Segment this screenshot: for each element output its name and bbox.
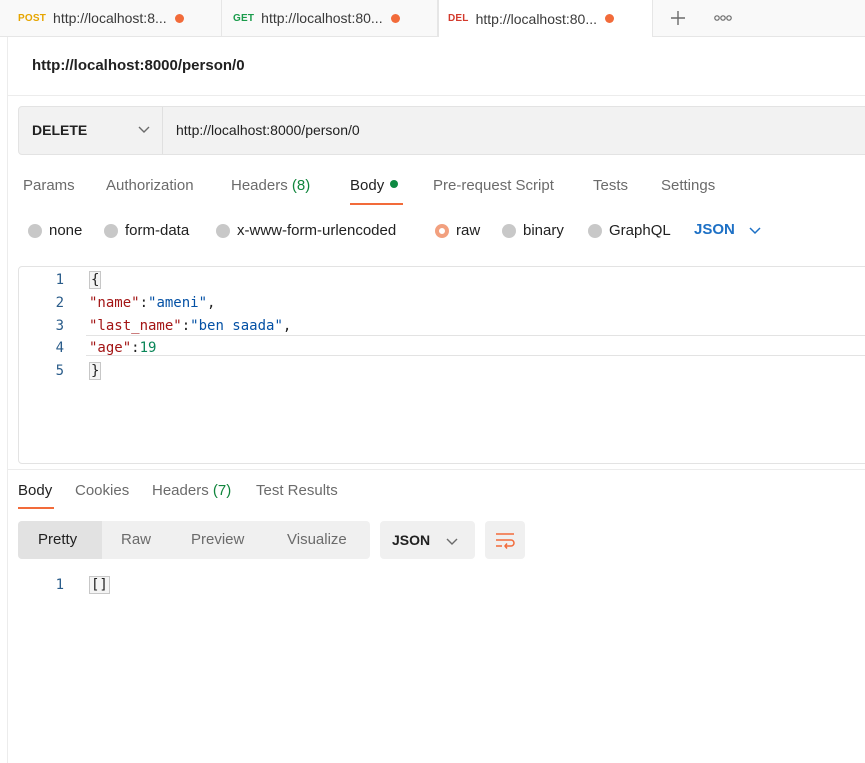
- chevron-down-icon: [446, 538, 458, 545]
- format-label: JSON: [694, 221, 735, 238]
- radio-label: raw: [456, 222, 481, 239]
- response-tab-cookies[interactable]: Cookies: [75, 482, 129, 499]
- divider: [8, 95, 865, 96]
- more-icon[interactable]: [708, 0, 738, 36]
- radio-urlencoded[interactable]: x-www-form-urlencoded: [216, 222, 396, 239]
- tab-label: http://localhost:80...: [475, 10, 598, 27]
- tab-authorization[interactable]: Authorization: [106, 177, 194, 194]
- radio-circle-icon: [216, 223, 230, 238]
- headers-count: (7): [212, 482, 232, 499]
- method-badge: DEL: [448, 13, 469, 24]
- json-key: "last_name": [89, 318, 182, 334]
- request-tab-get[interactable]: GET http://localhost:80...: [222, 0, 438, 36]
- close-brace: }: [89, 362, 102, 380]
- response-content: []: [89, 576, 110, 594]
- headers-count: (8): [291, 177, 311, 194]
- url-input[interactable]: http://localhost:8000/person/0: [176, 122, 360, 138]
- view-raw[interactable]: Raw: [121, 531, 151, 548]
- plus-icon[interactable]: [664, 0, 692, 36]
- tab-body[interactable]: Body: [350, 177, 399, 194]
- json-key: "name": [89, 295, 140, 311]
- current-line-highlight: [86, 335, 865, 356]
- wrap-lines-icon: [496, 533, 515, 549]
- view-visualize[interactable]: Visualize: [287, 531, 347, 548]
- tab-label: Headers: [152, 482, 209, 499]
- chevron-down-icon[interactable]: [136, 121, 152, 137]
- active-tab-indicator: [350, 203, 403, 205]
- radio-form-data[interactable]: form-data: [104, 222, 189, 239]
- json-value: "ameni": [148, 295, 208, 311]
- response-json: []: [89, 576, 110, 594]
- line-number: 1: [55, 272, 64, 288]
- json-value: "ben saada": [190, 318, 283, 334]
- tab-label: Headers: [231, 177, 288, 194]
- tab-label: http://localhost:8...: [53, 10, 167, 26]
- radio-circle-icon: [28, 223, 42, 238]
- code-line: {: [89, 271, 102, 289]
- code-line: "age":19: [89, 340, 156, 356]
- colon: :: [139, 295, 149, 311]
- request-tab-delete[interactable]: DEL http://localhost:80...: [438, 0, 653, 37]
- tab-settings[interactable]: Settings: [661, 177, 715, 194]
- code-line: "last_name":"ben saada",: [89, 318, 291, 334]
- divider: [8, 469, 865, 470]
- unsaved-dot-icon: [605, 14, 615, 23]
- radio-selected-icon: [435, 223, 449, 238]
- unsaved-dot-icon: [390, 13, 400, 23]
- radio-circle-icon: [588, 223, 602, 238]
- request-name[interactable]: http://localhost:8000/person/0: [32, 57, 245, 74]
- code-line: }: [89, 362, 102, 380]
- view-preview[interactable]: Preview: [191, 531, 244, 548]
- comma: ,: [207, 295, 216, 311]
- line-number: 4: [55, 340, 64, 356]
- line-number: 5: [55, 363, 64, 379]
- response-tab-body[interactable]: Body: [18, 482, 52, 499]
- radio-none[interactable]: none: [28, 222, 82, 239]
- tab-tests[interactable]: Tests: [593, 177, 628, 194]
- tab-params[interactable]: Params: [23, 177, 75, 194]
- json-value: 19: [139, 340, 157, 356]
- json-key: "age": [89, 340, 132, 356]
- left-border: [7, 36, 8, 763]
- view-pretty[interactable]: Pretty: [38, 531, 77, 548]
- radio-binary[interactable]: binary: [502, 222, 564, 239]
- radio-circle-icon: [104, 223, 118, 238]
- line-number: 1: [55, 577, 64, 593]
- unsaved-dot-icon: [174, 13, 184, 23]
- active-dot-icon: [390, 180, 399, 188]
- radio-label: none: [49, 222, 83, 239]
- code-line: "name":"ameni",: [89, 295, 215, 311]
- radio-raw[interactable]: raw: [435, 222, 480, 239]
- method-badge: POST: [18, 12, 47, 24]
- radio-label: GraphQL: [609, 222, 671, 239]
- active-tab-indicator: [18, 507, 54, 509]
- method-badge: GET: [233, 12, 255, 24]
- line-number: 2: [55, 295, 64, 311]
- divider: [162, 107, 163, 154]
- request-tab-post[interactable]: POST http://localhost:8...: [0, 0, 222, 36]
- tab-prerequest-script[interactable]: Pre-request Script: [433, 177, 554, 194]
- chevron-down-icon: [749, 226, 761, 234]
- radio-label: form-data: [125, 222, 190, 239]
- radio-graphql[interactable]: GraphQL: [588, 222, 671, 239]
- wrap-lines-button[interactable]: [485, 521, 525, 559]
- tab-label: Body: [350, 177, 385, 194]
- format-label: JSON: [392, 532, 431, 548]
- response-tab-test-results[interactable]: Test Results: [256, 482, 338, 499]
- method-select[interactable]: DELETE: [32, 122, 87, 138]
- line-number: 3: [55, 318, 64, 334]
- radio-label: x-www-form-urlencoded: [237, 222, 397, 239]
- tab-headers[interactable]: Headers (8): [231, 177, 310, 194]
- open-brace: {: [89, 271, 102, 289]
- radio-circle-icon: [502, 223, 516, 238]
- radio-label: binary: [523, 222, 564, 239]
- response-tab-headers[interactable]: Headers (7): [152, 482, 231, 499]
- body-format-select[interactable]: JSON: [694, 221, 763, 238]
- comma: ,: [282, 318, 292, 334]
- tab-label: http://localhost:80...: [261, 10, 383, 26]
- colon: :: [131, 340, 140, 356]
- colon: :: [181, 318, 191, 334]
